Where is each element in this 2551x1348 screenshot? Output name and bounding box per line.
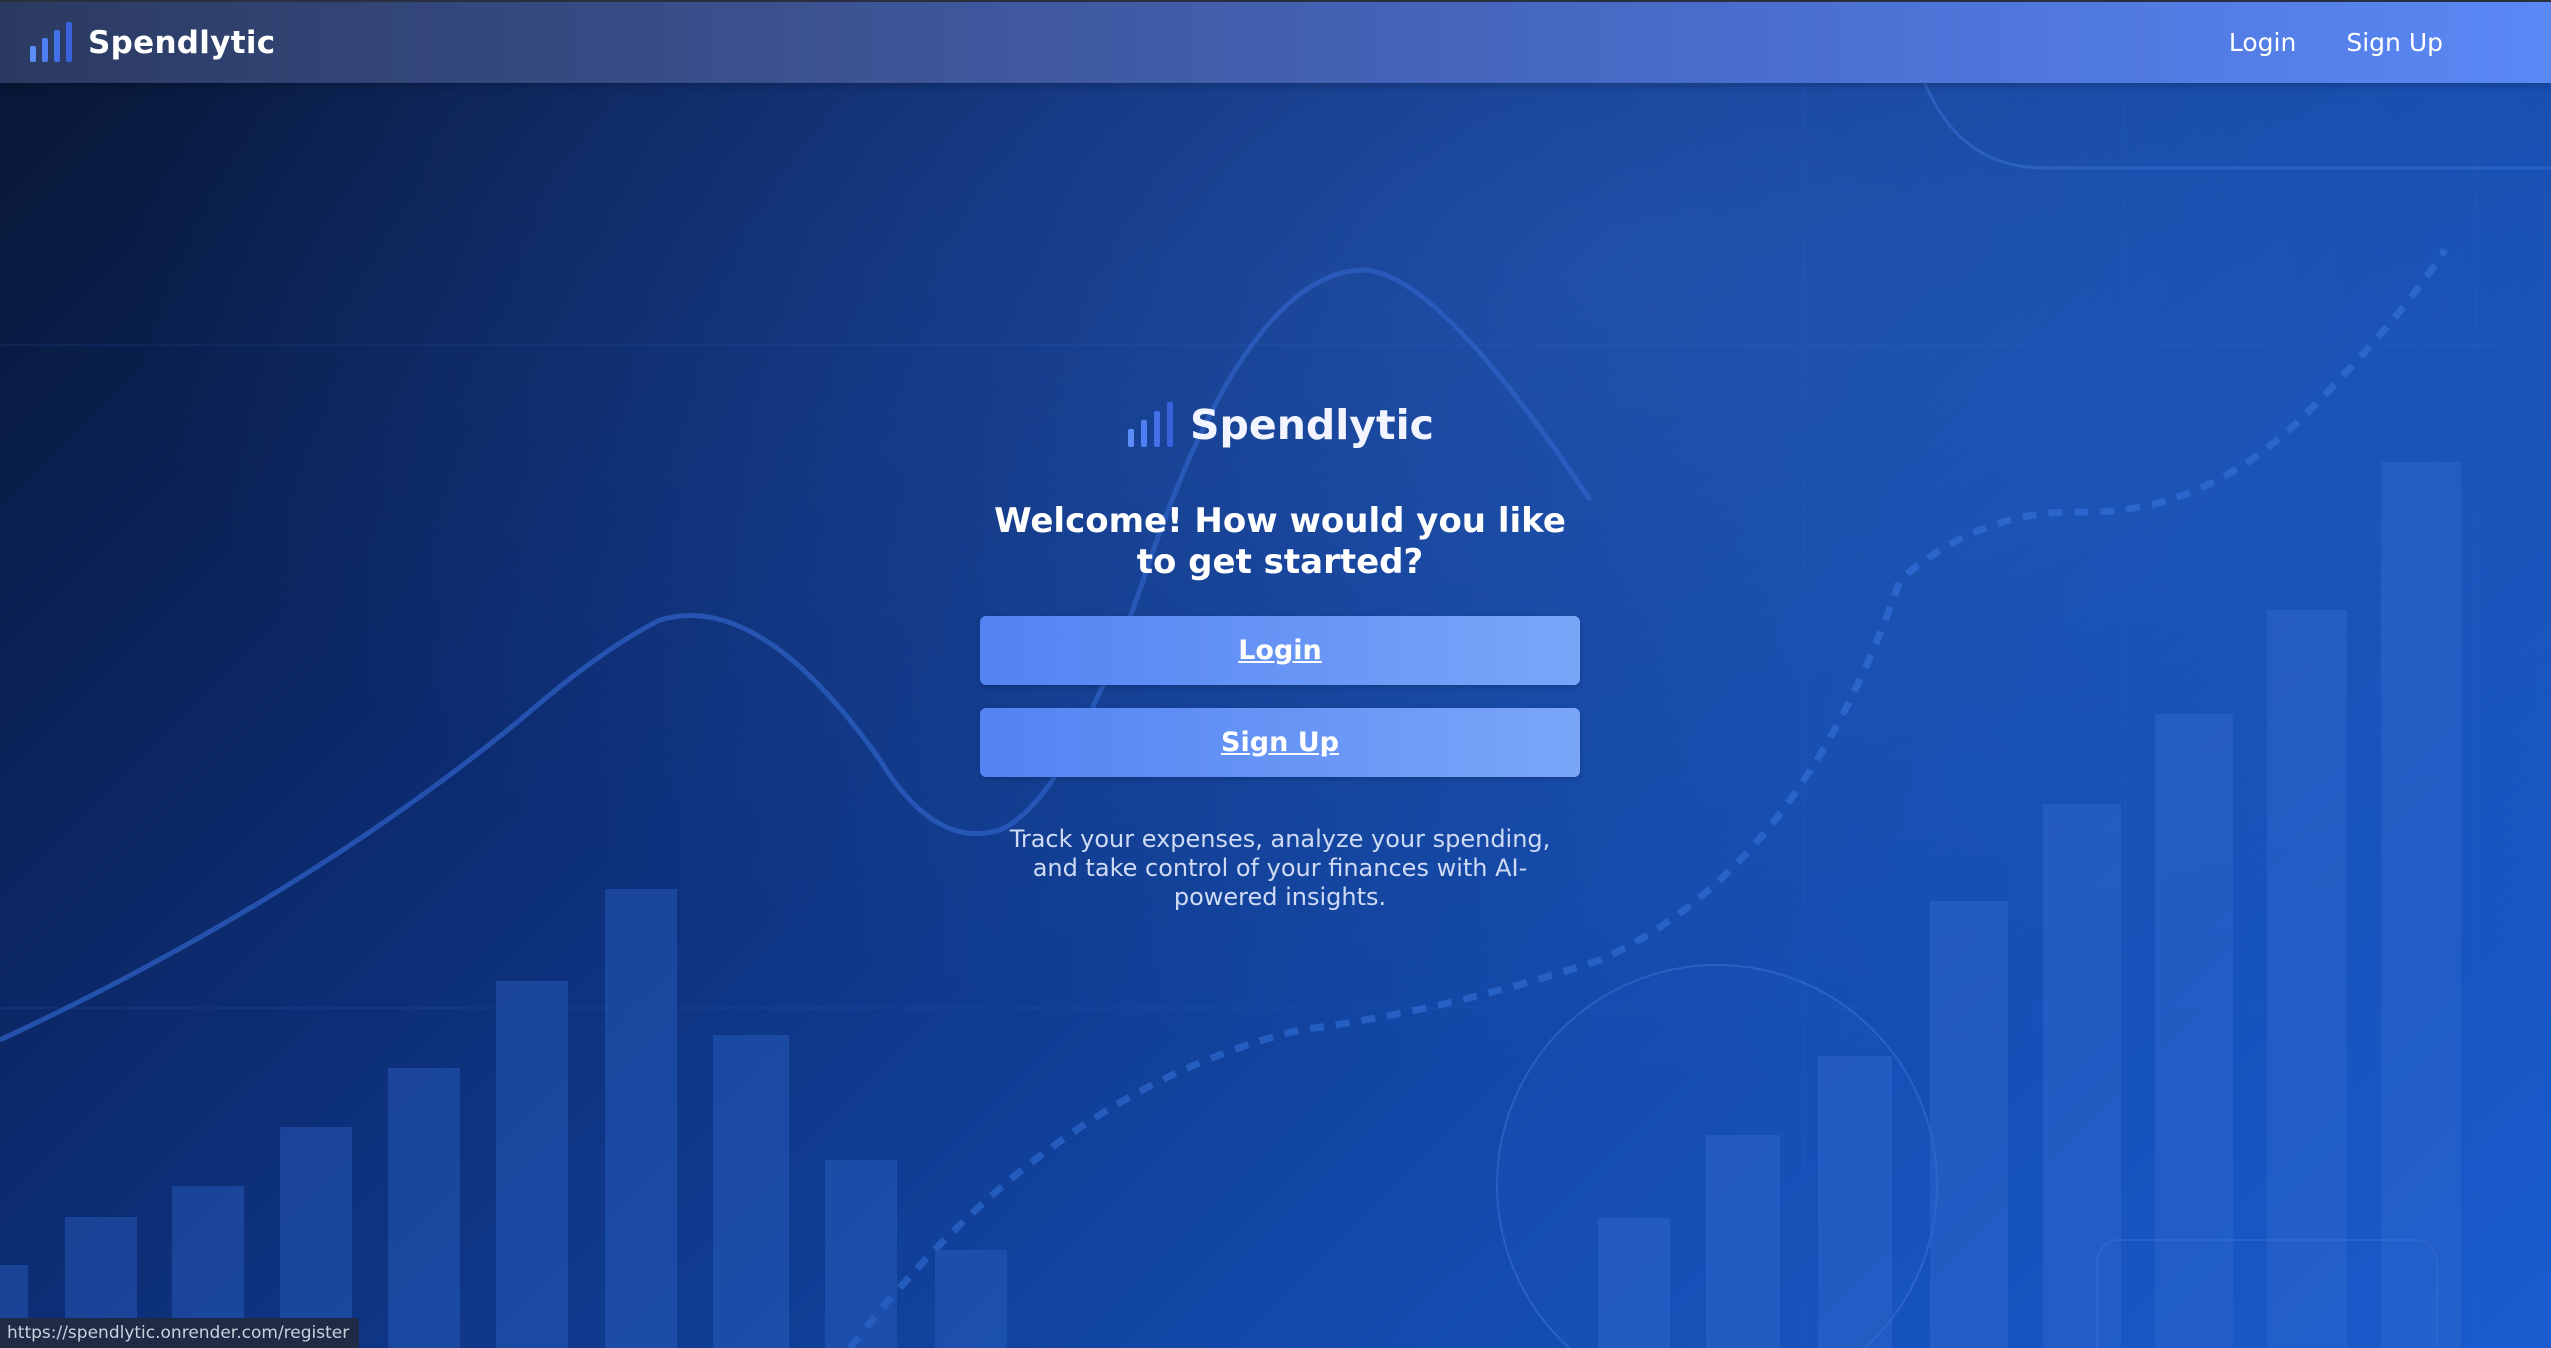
signup-button[interactable]: Sign Up bbox=[980, 708, 1580, 777]
nav-signup-link[interactable]: Sign Up bbox=[2346, 26, 2443, 59]
bar-chart-icon bbox=[30, 22, 72, 62]
bar-chart-icon bbox=[1128, 402, 1174, 447]
navbar-links: Login Sign Up bbox=[2229, 26, 2443, 59]
tagline-text: Track your expenses, analyze your spendi… bbox=[1009, 825, 1551, 911]
welcome-heading: Welcome! How would you like to get start… bbox=[994, 501, 1566, 582]
login-button[interactable]: Login bbox=[980, 616, 1580, 685]
welcome-card: Spendlytic Welcome! How would you like t… bbox=[980, 395, 1580, 912]
card-brand-name: Spendlytic bbox=[1190, 401, 1434, 449]
navbar-brand-name: Spendlytic bbox=[88, 25, 276, 61]
navbar-brand[interactable]: Spendlytic bbox=[28, 22, 275, 64]
card-brand: Spendlytic bbox=[980, 395, 1580, 455]
status-bar-url: https://spendlytic.onrender.com/register bbox=[0, 1318, 360, 1348]
top-navbar: Spendlytic Login Sign Up bbox=[0, 0, 2551, 83]
nav-login-link[interactable]: Login bbox=[2229, 26, 2296, 59]
